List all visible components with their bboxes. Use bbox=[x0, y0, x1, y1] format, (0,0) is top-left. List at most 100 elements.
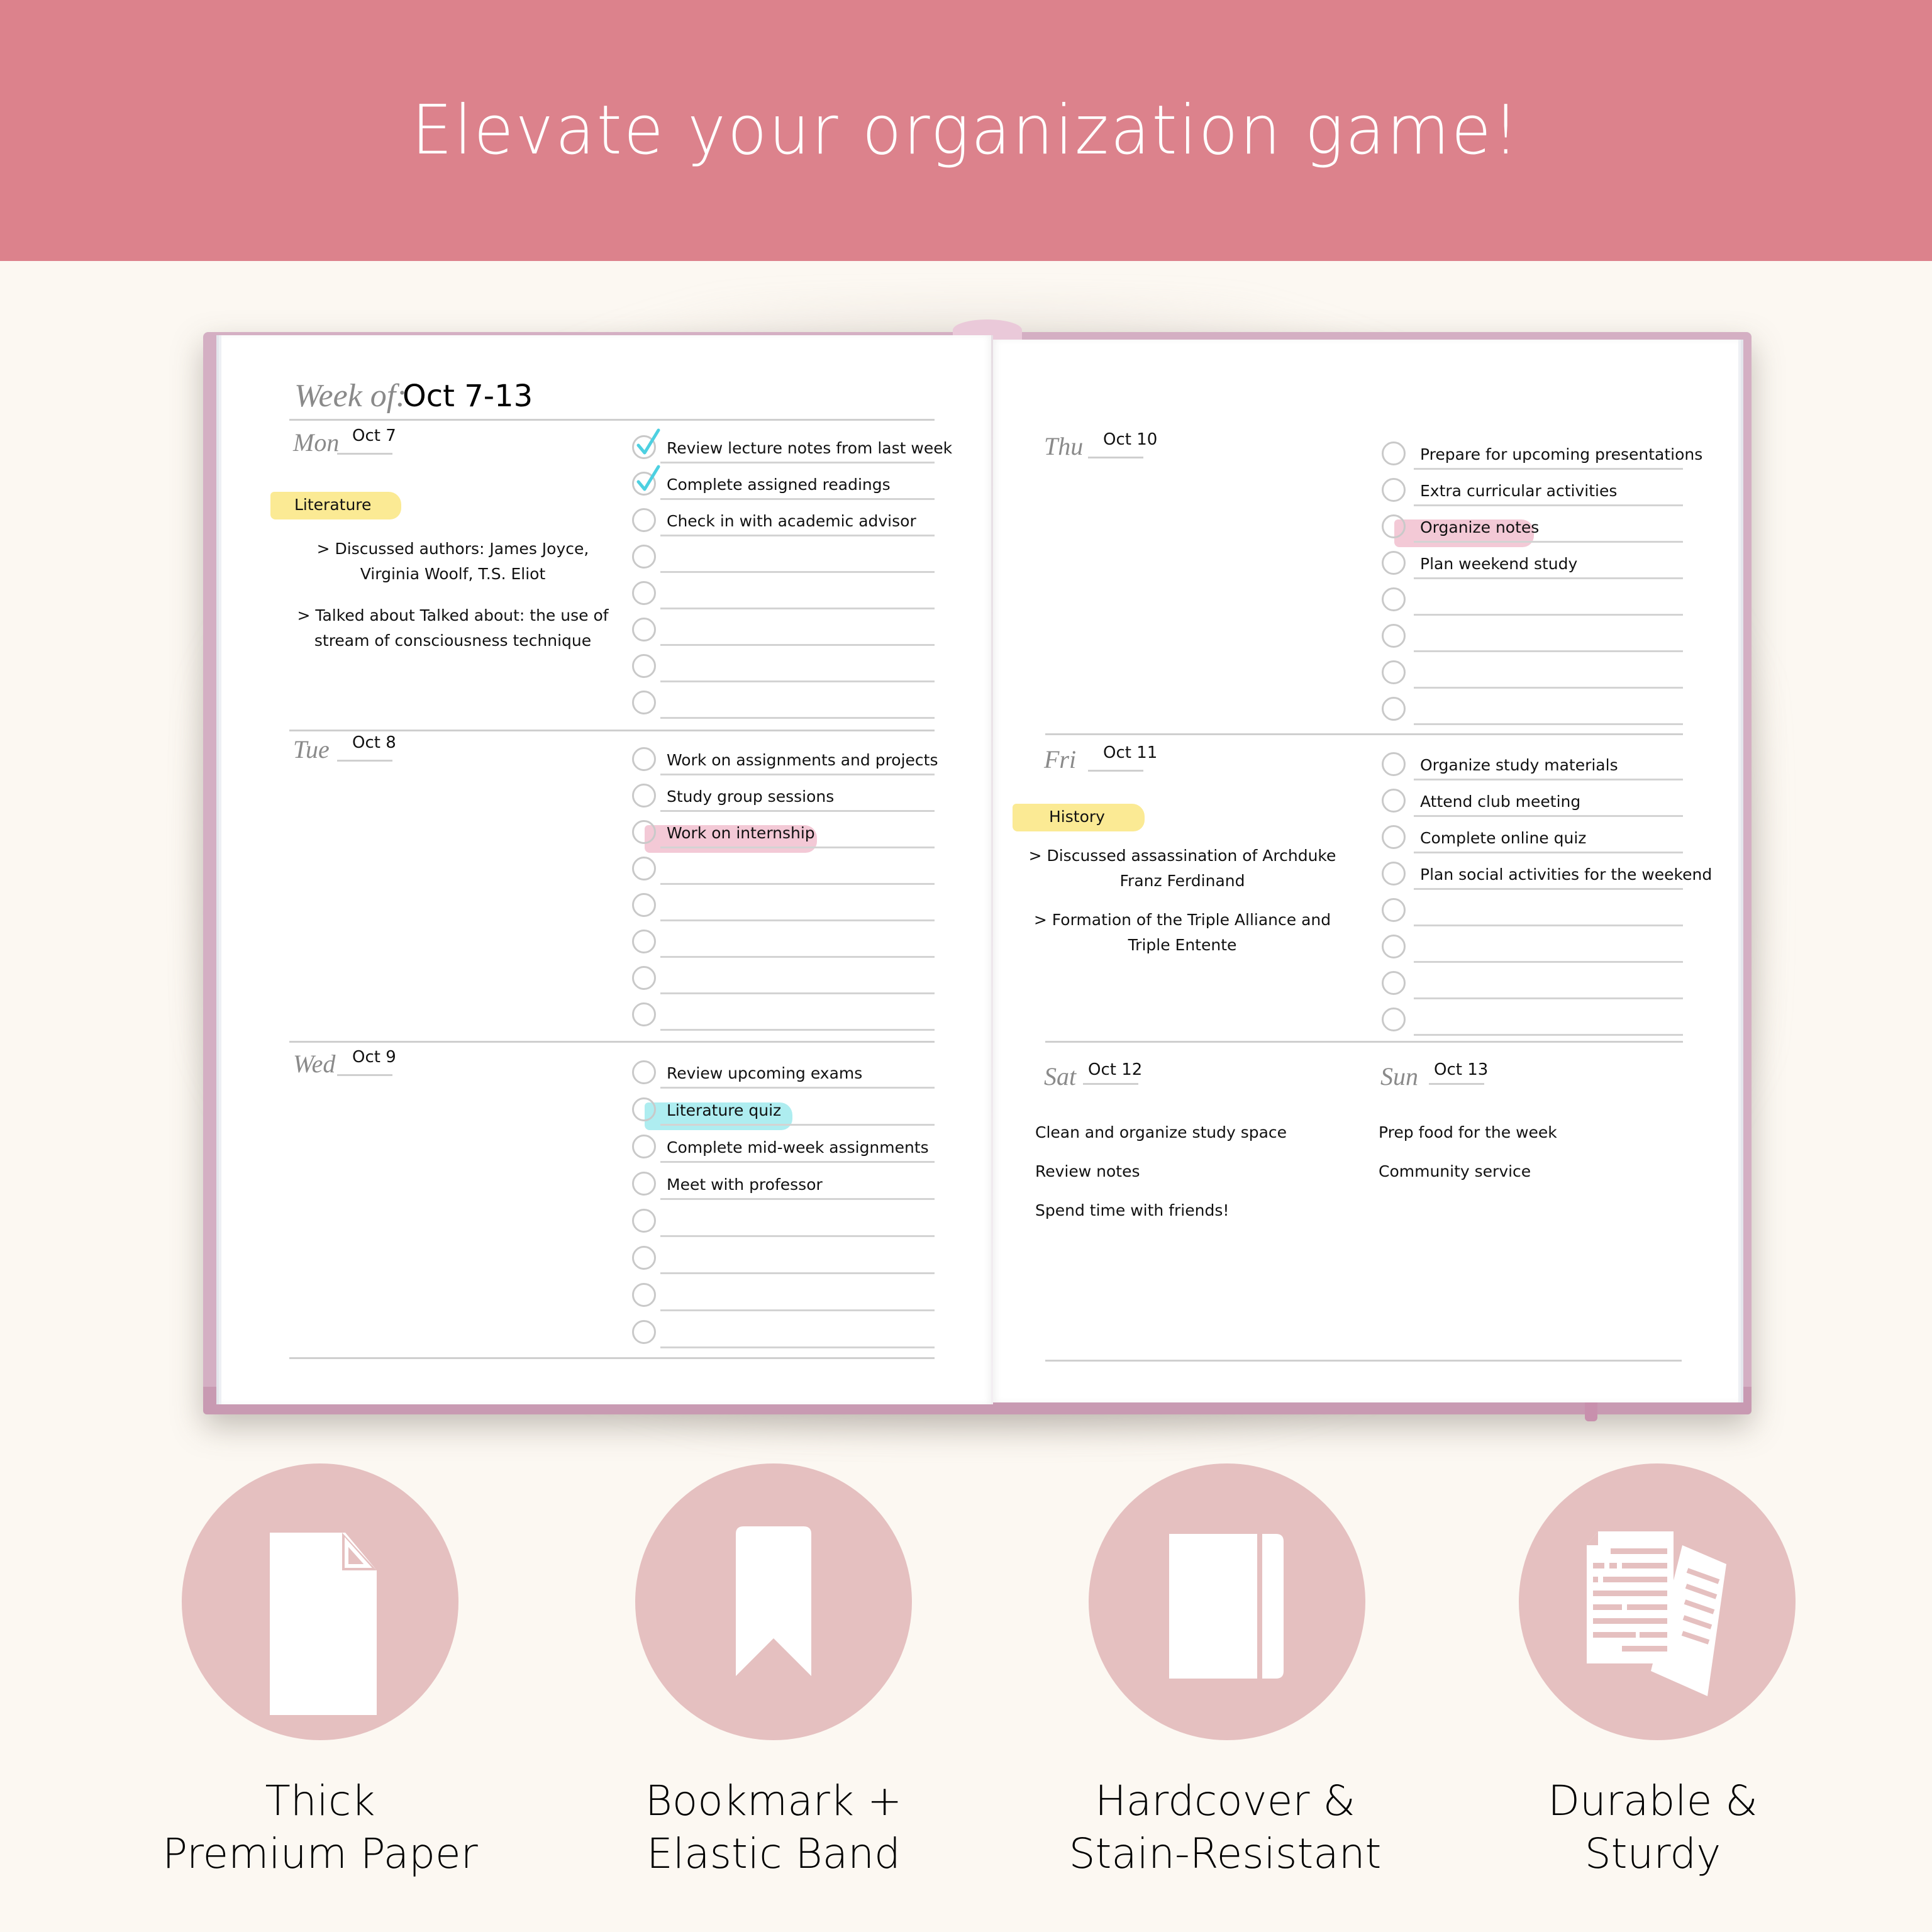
task-checkbox[interactable] bbox=[1382, 478, 1406, 502]
day-divider bbox=[289, 1041, 935, 1043]
note-line: > Formation of the Triple Alliance and bbox=[1033, 911, 1331, 929]
page-bottom-line-left bbox=[289, 1357, 935, 1359]
feature-label-line: Hardcover & bbox=[1095, 1777, 1355, 1825]
task-line bbox=[660, 1029, 935, 1031]
task-checkbox[interactable] bbox=[632, 654, 656, 678]
day-date-sun: Oct 13 bbox=[1434, 1060, 1489, 1079]
task-line bbox=[660, 956, 935, 958]
task-checkbox[interactable] bbox=[632, 618, 656, 641]
task-line bbox=[660, 1087, 935, 1089]
task-checkbox[interactable] bbox=[1382, 752, 1406, 776]
task-checkbox[interactable] bbox=[632, 581, 656, 605]
task-checkbox[interactable] bbox=[632, 1209, 656, 1233]
task-line bbox=[660, 1346, 935, 1348]
task-checkbox[interactable] bbox=[632, 1097, 656, 1121]
task-checkbox[interactable] bbox=[632, 1172, 656, 1196]
task-checkbox[interactable] bbox=[1382, 624, 1406, 648]
task-checkbox[interactable] bbox=[632, 1135, 656, 1158]
task-checkbox[interactable] bbox=[632, 1320, 656, 1344]
day-date-sat: Oct 12 bbox=[1088, 1060, 1143, 1079]
task-checkbox[interactable] bbox=[1382, 514, 1406, 538]
document-icon bbox=[270, 1533, 377, 1715]
task-line bbox=[660, 1272, 935, 1274]
subject-label-literature: Literature bbox=[294, 496, 372, 514]
task-checkbox[interactable] bbox=[1382, 898, 1406, 922]
notebook-icon bbox=[1169, 1534, 1284, 1679]
task-text: Plan weekend study bbox=[1420, 555, 1578, 573]
task-line bbox=[660, 498, 935, 500]
task-line bbox=[1414, 961, 1683, 963]
task-text: Study group sessions bbox=[667, 787, 835, 806]
task-checkbox[interactable] bbox=[632, 1060, 656, 1084]
date-underline bbox=[1429, 1083, 1484, 1085]
task-checkbox[interactable] bbox=[632, 930, 656, 953]
task-line bbox=[660, 810, 935, 812]
week-divider bbox=[289, 419, 935, 421]
task-line bbox=[660, 1124, 935, 1126]
task-text: Work on assignments and projects bbox=[667, 751, 938, 769]
date-underline bbox=[1083, 1083, 1138, 1085]
task-checkbox[interactable] bbox=[1382, 587, 1406, 611]
task-text: Meet with professor bbox=[667, 1175, 823, 1194]
feature-label-line: Premium Paper bbox=[162, 1829, 478, 1878]
subject-label-history: History bbox=[1049, 808, 1105, 826]
week-of-label: Week of: bbox=[294, 378, 407, 414]
day-date-thu: Oct 10 bbox=[1103, 430, 1158, 449]
day-divider bbox=[1045, 1041, 1683, 1043]
task-checkbox[interactable] bbox=[632, 1246, 656, 1270]
task-text: Literature quiz bbox=[667, 1101, 782, 1119]
day-label-fri: Fri bbox=[1044, 745, 1077, 774]
task-line bbox=[660, 571, 935, 573]
task-checkbox[interactable] bbox=[632, 784, 656, 808]
feature-label-hardcover: Hardcover & Stain-Resistant bbox=[1005, 1775, 1445, 1880]
weekend-item: Clean and organize study space bbox=[1035, 1123, 1287, 1141]
day-label-sun: Sun bbox=[1380, 1062, 1418, 1091]
weekend-item: Review notes bbox=[1035, 1162, 1140, 1180]
task-line bbox=[1414, 723, 1683, 725]
task-checkbox[interactable] bbox=[1382, 660, 1406, 684]
task-text: Extra curricular activities bbox=[1420, 482, 1618, 500]
feature-label-line: Stain-Resistant bbox=[1069, 1829, 1382, 1878]
task-line bbox=[660, 644, 935, 646]
task-checkbox[interactable] bbox=[632, 966, 656, 990]
task-checkbox[interactable] bbox=[632, 1283, 656, 1307]
task-line bbox=[1414, 504, 1683, 506]
note-line: stream of consciousness technique bbox=[314, 631, 592, 650]
task-checkbox[interactable] bbox=[1382, 697, 1406, 721]
task-line bbox=[1414, 614, 1683, 616]
task-checkbox[interactable] bbox=[1382, 935, 1406, 958]
task-checkbox[interactable] bbox=[632, 691, 656, 714]
task-line bbox=[1414, 924, 1683, 926]
task-checkbox[interactable] bbox=[632, 545, 656, 569]
task-line bbox=[660, 774, 935, 775]
task-checkbox[interactable] bbox=[632, 1002, 656, 1026]
task-line bbox=[1414, 468, 1683, 470]
task-text: Attend club meeting bbox=[1420, 792, 1581, 811]
task-checkbox[interactable] bbox=[632, 857, 656, 880]
feature-label-line: Elastic Band bbox=[647, 1829, 901, 1878]
task-line bbox=[660, 535, 935, 536]
task-checkbox[interactable] bbox=[1382, 441, 1406, 465]
day-label-sat: Sat bbox=[1044, 1062, 1077, 1091]
task-checkbox[interactable] bbox=[1382, 551, 1406, 575]
book-spine bbox=[991, 335, 993, 1404]
feature-label-line: Durable & bbox=[1548, 1777, 1758, 1825]
task-line bbox=[1414, 577, 1683, 579]
task-checkbox[interactable] bbox=[632, 508, 656, 532]
task-checkbox[interactable] bbox=[632, 893, 656, 917]
task-checkbox[interactable] bbox=[1382, 789, 1406, 813]
task-checkbox[interactable] bbox=[1382, 1008, 1406, 1031]
feature-label-line: Bookmark + bbox=[645, 1777, 902, 1825]
task-checkbox[interactable] bbox=[1382, 971, 1406, 995]
task-line bbox=[660, 717, 935, 719]
date-underline bbox=[337, 453, 392, 455]
task-text: Review upcoming exams bbox=[667, 1064, 863, 1082]
task-checkbox[interactable] bbox=[1382, 862, 1406, 886]
task-checkbox[interactable] bbox=[632, 747, 656, 771]
task-line bbox=[660, 883, 935, 885]
task-text: Organize notes bbox=[1420, 518, 1540, 536]
note-line: > Discussed authors: James Joyce, bbox=[316, 540, 589, 558]
task-text: Plan social activities for the weekend bbox=[1420, 865, 1713, 884]
task-checkbox[interactable] bbox=[632, 820, 656, 844]
task-checkbox[interactable] bbox=[1382, 825, 1406, 849]
